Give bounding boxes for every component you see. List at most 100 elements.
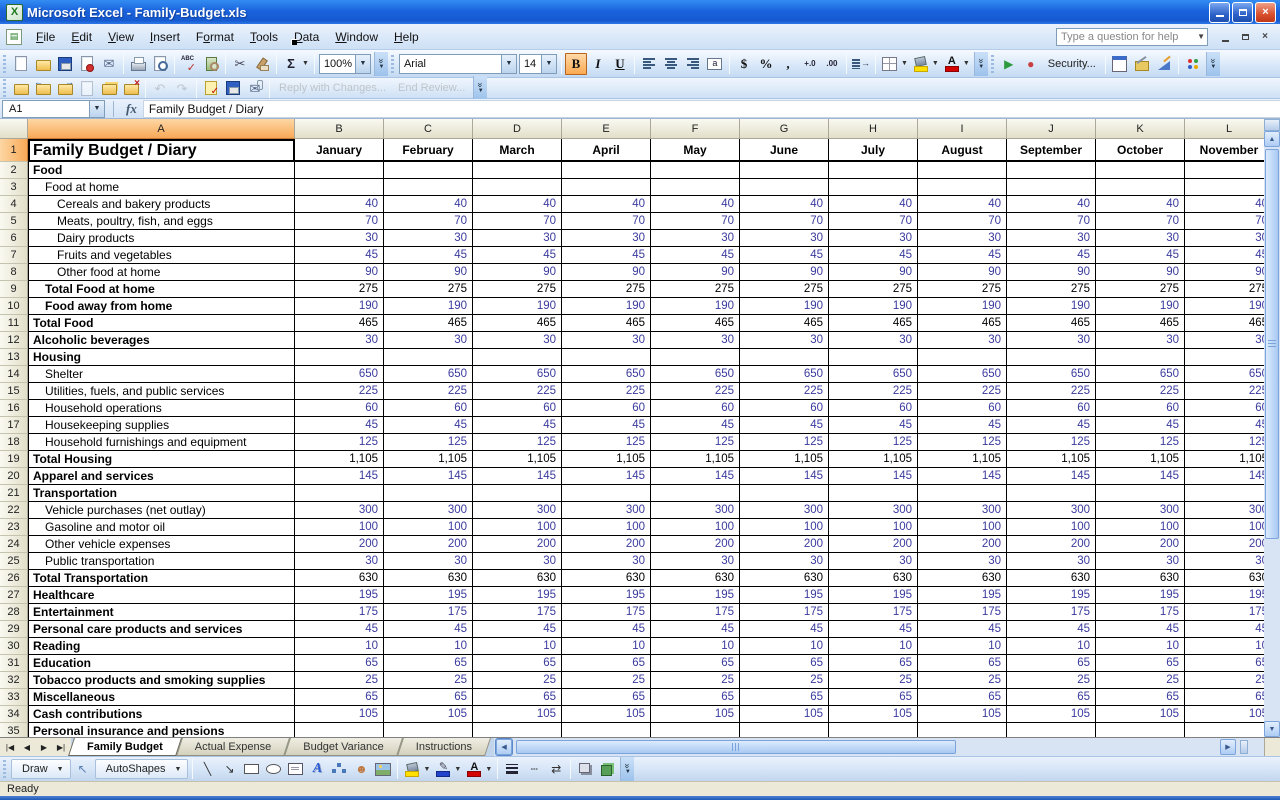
cell-A21[interactable]: Transportation bbox=[28, 485, 295, 502]
cell-A35[interactable]: Personal insurance and pensions bbox=[28, 723, 295, 737]
cell-K27[interactable]: 195 bbox=[1096, 587, 1185, 604]
cell-G35[interactable] bbox=[740, 723, 829, 737]
cell-J32[interactable]: 25 bbox=[1007, 672, 1096, 689]
control-toolbox-button[interactable] bbox=[1131, 53, 1153, 75]
cell-J14[interactable]: 650 bbox=[1007, 366, 1096, 383]
cell-D4[interactable]: 40 bbox=[473, 196, 562, 213]
arrow-style-button[interactable]: ⇄ bbox=[545, 758, 567, 780]
cell-L35[interactable] bbox=[1185, 723, 1264, 737]
cell-J28[interactable]: 175 bbox=[1007, 604, 1096, 621]
cell-D2[interactable] bbox=[473, 162, 562, 179]
cell-K11[interactable]: 465 bbox=[1096, 315, 1185, 332]
select-all-corner[interactable] bbox=[0, 119, 28, 139]
cell-F21[interactable] bbox=[651, 485, 740, 502]
horizontal-scroll-thumb[interactable] bbox=[516, 740, 957, 754]
zoom-combo[interactable]: 100% ▼ bbox=[318, 53, 371, 74]
cell-I26[interactable]: 630 bbox=[918, 570, 1007, 587]
cell-D32[interactable]: 25 bbox=[473, 672, 562, 689]
cell-G8[interactable]: 90 bbox=[740, 264, 829, 281]
cell-L30[interactable]: 10 bbox=[1185, 638, 1264, 655]
toolbar-grip[interactable] bbox=[389, 54, 395, 73]
cell-A12[interactable]: Alcoholic beverages bbox=[28, 332, 295, 349]
cell-J4[interactable]: 40 bbox=[1007, 196, 1096, 213]
cell-J11[interactable]: 465 bbox=[1007, 315, 1096, 332]
cell-J35[interactable] bbox=[1007, 723, 1096, 737]
cell-B8[interactable]: 90 bbox=[295, 264, 384, 281]
cell-I1[interactable]: August bbox=[918, 139, 1007, 162]
cell-K12[interactable]: 30 bbox=[1096, 332, 1185, 349]
cell-G18[interactable]: 125 bbox=[740, 434, 829, 451]
row-header-19[interactable]: 19 bbox=[0, 451, 28, 468]
cell-G14[interactable]: 650 bbox=[740, 366, 829, 383]
cell-F30[interactable]: 10 bbox=[651, 638, 740, 655]
row-header-20[interactable]: 20 bbox=[0, 468, 28, 485]
cell-A10[interactable]: Food away from home bbox=[28, 298, 295, 315]
cell-B24[interactable]: 200 bbox=[295, 536, 384, 553]
cell-I19[interactable]: 1,105 bbox=[918, 451, 1007, 468]
cell-D8[interactable]: 90 bbox=[473, 264, 562, 281]
chevron-down-icon[interactable]: ▼ bbox=[454, 766, 461, 773]
cell-F29[interactable]: 45 bbox=[651, 621, 740, 638]
tab-instructions[interactable]: Instructions bbox=[400, 738, 488, 756]
cell-G16[interactable]: 60 bbox=[740, 400, 829, 417]
cell-F32[interactable]: 25 bbox=[651, 672, 740, 689]
cell-H23[interactable]: 100 bbox=[829, 519, 918, 536]
cell-I30[interactable]: 10 bbox=[918, 638, 1007, 655]
cell-F33[interactable]: 65 bbox=[651, 689, 740, 706]
cell-L23[interactable]: 100 bbox=[1185, 519, 1264, 536]
row-header-23[interactable]: 23 bbox=[0, 519, 28, 536]
cell-I34[interactable]: 105 bbox=[918, 706, 1007, 723]
cell-E30[interactable]: 10 bbox=[562, 638, 651, 655]
cell-L12[interactable]: 30 bbox=[1185, 332, 1264, 349]
cell-H1[interactable]: July bbox=[829, 139, 918, 162]
cell-H10[interactable]: 190 bbox=[829, 298, 918, 315]
toolbar-options-button[interactable]: » ▼ bbox=[620, 757, 635, 781]
cell-A5[interactable]: Meats, poultry, fish, and eggs bbox=[28, 213, 295, 230]
cell-C35[interactable] bbox=[384, 723, 473, 737]
cell-C9[interactable]: 275 bbox=[384, 281, 473, 298]
row-header-15[interactable]: 15 bbox=[0, 383, 28, 400]
cell-K25[interactable]: 30 bbox=[1096, 553, 1185, 570]
autoshapes-menu-button[interactable]: AutoShapes ▼ bbox=[94, 759, 189, 779]
diagram-button[interactable] bbox=[328, 758, 350, 780]
cell-G11[interactable]: 465 bbox=[740, 315, 829, 332]
cell-B13[interactable] bbox=[295, 349, 384, 366]
cell-H6[interactable]: 30 bbox=[829, 230, 918, 247]
cell-C17[interactable]: 45 bbox=[384, 417, 473, 434]
cell-E32[interactable]: 25 bbox=[562, 672, 651, 689]
cell-J9[interactable]: 275 bbox=[1007, 281, 1096, 298]
cell-H14[interactable]: 650 bbox=[829, 366, 918, 383]
cell-J23[interactable]: 100 bbox=[1007, 519, 1096, 536]
cell-C34[interactable]: 105 bbox=[384, 706, 473, 723]
cell-F16[interactable]: 60 bbox=[651, 400, 740, 417]
cell-H5[interactable]: 70 bbox=[829, 213, 918, 230]
cell-K21[interactable] bbox=[1096, 485, 1185, 502]
cell-F15[interactable]: 225 bbox=[651, 383, 740, 400]
minimize-button[interactable] bbox=[1209, 1, 1230, 23]
cell-G22[interactable]: 300 bbox=[740, 502, 829, 519]
menu-insert[interactable]: Insert bbox=[142, 27, 188, 47]
cell-K15[interactable]: 225 bbox=[1096, 383, 1185, 400]
cell-G3[interactable] bbox=[740, 179, 829, 196]
cell-I31[interactable]: 65 bbox=[918, 655, 1007, 672]
col-header-A[interactable]: A bbox=[28, 119, 295, 139]
font-name-combo[interactable]: Arial ▼ bbox=[398, 53, 517, 74]
cell-L2[interactable] bbox=[1185, 162, 1264, 179]
cell-C20[interactable]: 145 bbox=[384, 468, 473, 485]
cell-H26[interactable]: 630 bbox=[829, 570, 918, 587]
cell-K2[interactable] bbox=[1096, 162, 1185, 179]
cell-A25[interactable]: Public transportation bbox=[28, 553, 295, 570]
cell-E23[interactable]: 100 bbox=[562, 519, 651, 536]
chevron-down-icon[interactable]: ▼ bbox=[500, 54, 516, 73]
font-color-button[interactable]: ▼ bbox=[941, 53, 972, 75]
cell-L24[interactable]: 200 bbox=[1185, 536, 1264, 553]
scroll-right-button[interactable]: ▶ bbox=[1220, 739, 1236, 755]
cell-F8[interactable]: 90 bbox=[651, 264, 740, 281]
cell-B28[interactable]: 175 bbox=[295, 604, 384, 621]
cell-A3[interactable]: Food at home bbox=[28, 179, 295, 196]
cell-D22[interactable]: 300 bbox=[473, 502, 562, 519]
cell-A9[interactable]: Total Food at home bbox=[28, 281, 295, 298]
cell-H30[interactable]: 10 bbox=[829, 638, 918, 655]
cell-J1[interactable]: September bbox=[1007, 139, 1096, 162]
cell-C4[interactable]: 40 bbox=[384, 196, 473, 213]
